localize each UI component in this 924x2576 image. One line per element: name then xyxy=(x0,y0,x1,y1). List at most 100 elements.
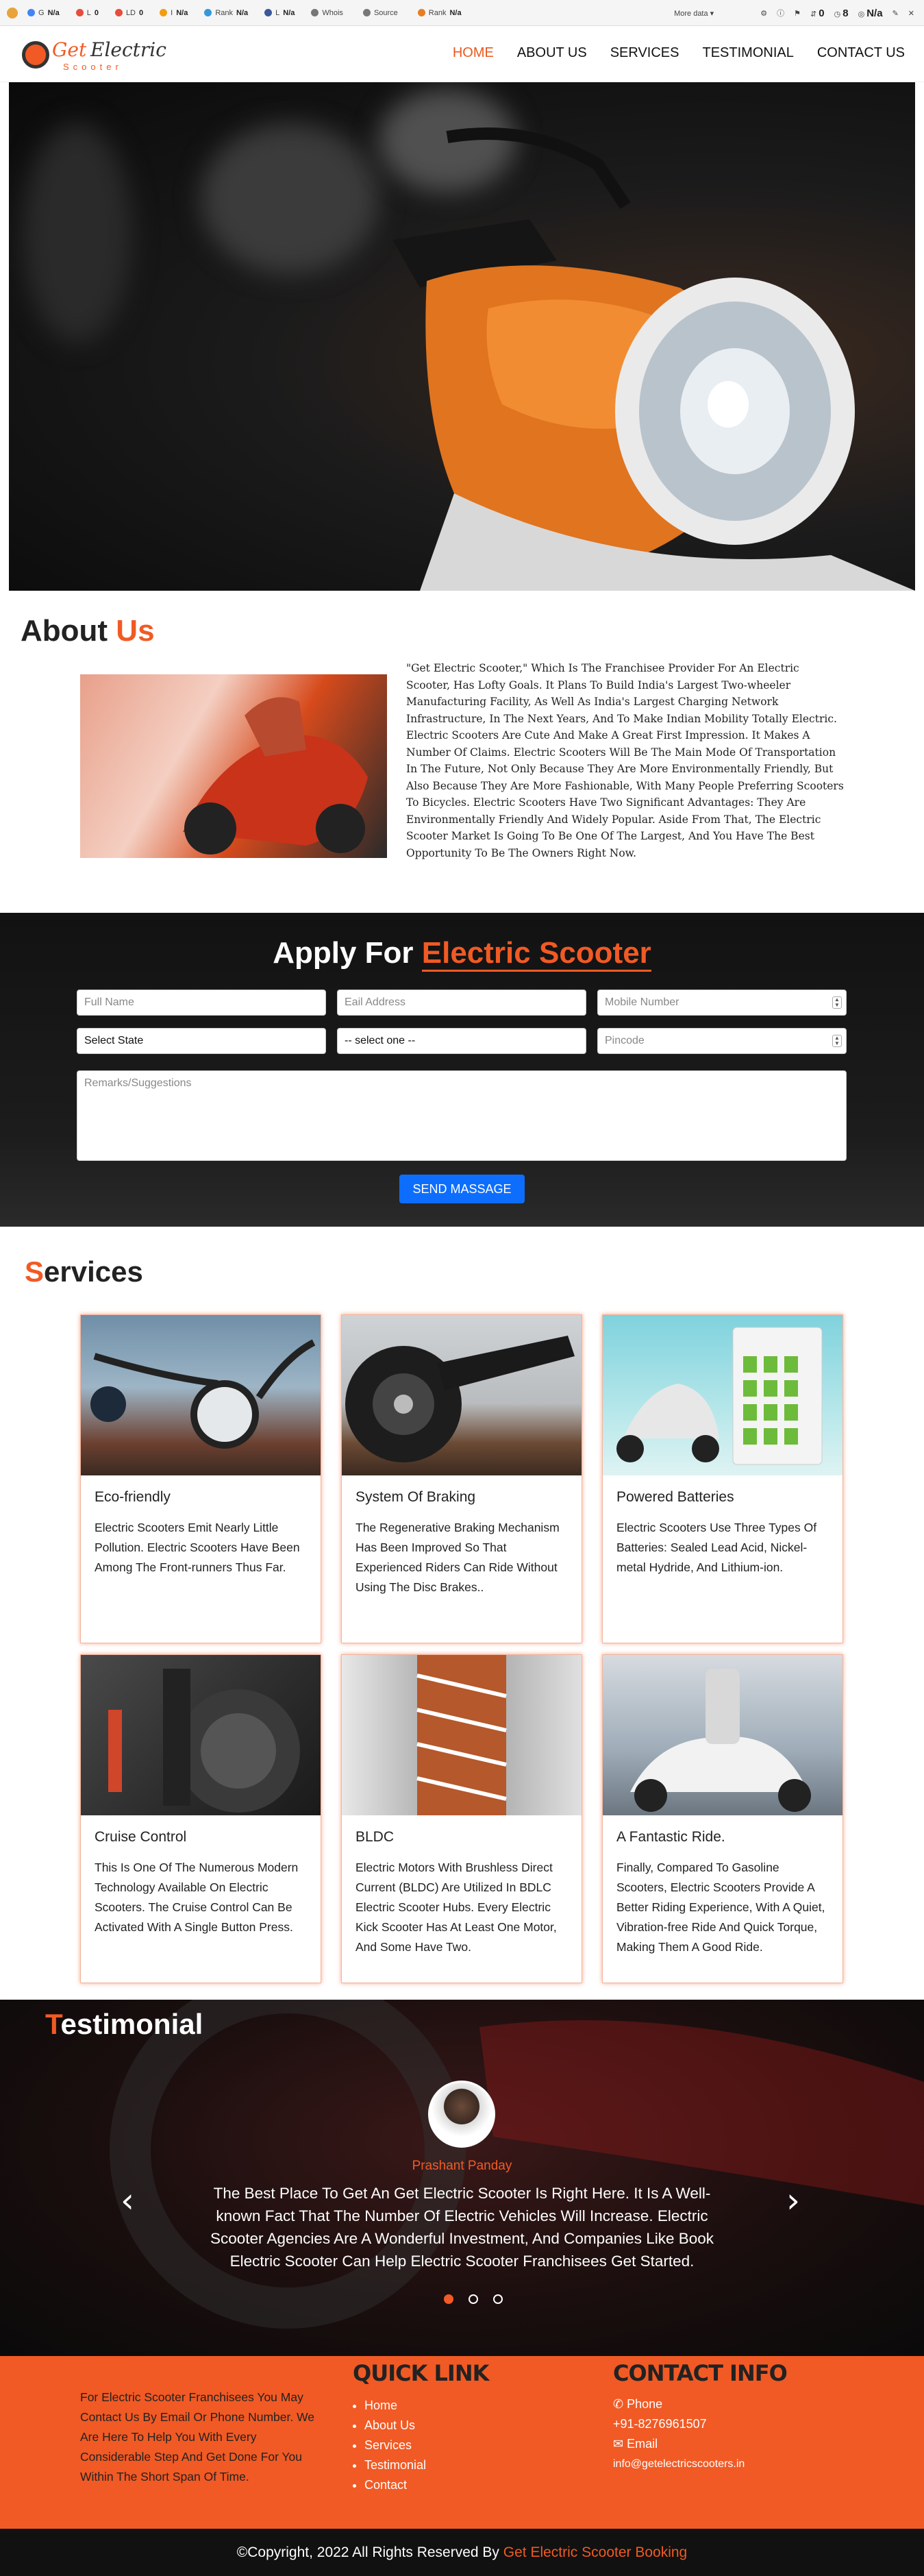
footer-link-services: Services xyxy=(364,2436,426,2455)
state-select[interactable]: Select State xyxy=(77,1028,326,1054)
site-logo[interactable]: Get Electric Scooter xyxy=(22,38,166,73)
alexa-rank-icon xyxy=(417,9,425,16)
nav-about-us[interactable]: ABOUT US xyxy=(517,45,587,61)
carousel-dot-1[interactable] xyxy=(444,2294,453,2304)
seo-item-rank[interactable]: Rank N/a xyxy=(204,9,248,17)
service-title: A Fantastic Ride. xyxy=(616,1829,725,1845)
phone-icon: ✆ xyxy=(613,2397,624,2411)
service-card-powered-batteries[interactable]: Powered Batteries Electric Scooters Use … xyxy=(602,1314,843,1643)
whois-icon xyxy=(311,9,319,16)
footer-link-home-anchor[interactable]: Home xyxy=(364,2399,397,2412)
index-icon xyxy=(160,9,168,16)
facebook-icon xyxy=(264,9,273,16)
carousel-dot-2[interactable] xyxy=(469,2294,478,2304)
seo-item-whois[interactable]: Whois xyxy=(311,9,347,17)
testimonial-background-image xyxy=(110,2000,924,2329)
footer-link-contact-anchor[interactable]: Contact xyxy=(364,2478,407,2492)
linking-domains-icon xyxy=(114,9,123,16)
scooter-illustration xyxy=(392,127,915,591)
seo-item-alexa-rank[interactable]: Rank N/a xyxy=(417,9,462,17)
number-spinner-icon: ▲ ▼ xyxy=(832,996,842,1009)
seo-item-links[interactable]: L0 xyxy=(75,9,99,17)
main-nav: HOME ABOUT US SERVICES TESTIMONIAL CONTA… xyxy=(453,45,905,61)
footer-link-services-anchor[interactable]: Services xyxy=(364,2438,412,2452)
hero-banner-image xyxy=(9,82,915,591)
seo-item-source[interactable]: Source xyxy=(362,9,401,17)
flag-icon[interactable]: ⚑ xyxy=(794,9,801,18)
contact-info: ✆ Phone +91-8276961507 ✉ Email info@gete… xyxy=(613,2394,745,2474)
service-description: Electric Motors With Brushless Direct Cu… xyxy=(355,1861,557,1954)
count-0: ⇵ 0 xyxy=(810,7,825,19)
service-card-bldc[interactable]: BLDC Electric Motors With Brushless Dire… xyxy=(341,1654,582,1983)
nav-home[interactable]: HOME xyxy=(453,45,494,61)
quick-link-list: Home About Us Services Testimonial Conta… xyxy=(364,2396,426,2495)
service-title: System Of Braking xyxy=(355,1489,476,1505)
braking-system-image xyxy=(342,1315,582,1475)
pin-icon[interactable]: ✎ xyxy=(892,9,899,18)
email-input[interactable]: Eail Address xyxy=(337,990,586,1016)
email-address[interactable]: info@getelectricscooters.in xyxy=(613,2454,745,2474)
testimonial-title: Testimonial xyxy=(45,2008,203,2040)
extension-logo-icon[interactable] xyxy=(7,7,18,19)
service-description: This Is One Of The Numerous Modern Techn… xyxy=(95,1861,299,1934)
source-icon xyxy=(362,9,371,16)
email-label-row: ✉ Email xyxy=(613,2437,658,2451)
pincode-input[interactable]: Pincode ▲ ▼ xyxy=(597,1028,847,1054)
more-data-button[interactable]: More data ▾ xyxy=(674,9,714,18)
about-title: About Us xyxy=(21,614,155,648)
about-description: "Get Electric Scooter," Which Is The Fra… xyxy=(406,662,844,859)
count-1: ◷ 8 xyxy=(834,7,849,19)
nav-contact-us[interactable]: CONTACT US xyxy=(817,45,905,61)
contact-info-title: CONTACT INFO xyxy=(613,2360,788,2386)
full-name-input[interactable]: Full Name xyxy=(77,990,326,1016)
carousel-prev-icon[interactable]: ‹ xyxy=(121,2181,134,2220)
service-card-system-of-braking[interactable]: System Of Braking The Regenerative Braki… xyxy=(341,1314,582,1643)
service-card-fantastic-ride[interactable]: A Fantastic Ride. Finally, Compared To G… xyxy=(602,1654,843,1983)
apply-title: Apply For Electric Scooter xyxy=(0,936,924,972)
service-description: Finally, Compared To Gasoline Scooters, … xyxy=(616,1861,825,1954)
battery-station-image xyxy=(603,1315,842,1475)
testimonial-name: Prashant Panday xyxy=(412,2159,512,2173)
service-title: Eco-friendly xyxy=(95,1489,171,1505)
eco-friendly-image xyxy=(81,1315,321,1475)
seo-item-google[interactable]: G N/a xyxy=(27,9,60,17)
cruise-control-image xyxy=(81,1655,321,1815)
footer-link-about-us-anchor[interactable]: About Us xyxy=(364,2418,415,2432)
service-description: Electric Scooters Use Three Types Of Bat… xyxy=(616,1521,817,1574)
number-spinner-icon: ▲ ▼ xyxy=(832,1035,842,1047)
links-icon xyxy=(75,9,84,16)
logo-scooter: Scooter xyxy=(63,62,123,72)
apply-section: Apply For Electric Scooter Full Name Eai… xyxy=(0,913,924,1227)
settings-icon[interactable]: ⚙ xyxy=(760,9,767,18)
mobile-number-input[interactable]: Mobile Number ▲ ▼ xyxy=(597,990,847,1016)
service-title: Powered Batteries xyxy=(616,1489,734,1505)
service-card-eco-friendly[interactable]: Eco-friendly Electric Scooters Emit Near… xyxy=(80,1314,321,1643)
footer-link-testimonial-anchor[interactable]: Testimonial xyxy=(364,2458,426,2472)
close-icon[interactable]: ✕ xyxy=(908,9,914,18)
remarks-textarea[interactable]: Remarks/Suggestions xyxy=(77,1070,847,1161)
info-icon[interactable]: ⓘ xyxy=(777,8,784,19)
carousel-dot-3[interactable] xyxy=(493,2294,503,2304)
seo-item-linking-domains[interactable]: LD 0 xyxy=(114,9,143,17)
footer-link-home: Home xyxy=(364,2396,426,2416)
seo-item-facebook[interactable]: L N/a xyxy=(264,9,295,17)
footer-link-contact: Contact xyxy=(364,2475,426,2495)
site-navbar: Get Electric Scooter HOME ABOUT US SERVI… xyxy=(0,26,924,82)
footer-link-about-us: About Us xyxy=(364,2416,426,2436)
service-title: Cruise Control xyxy=(95,1829,187,1845)
seo-toolbar-right: More data ▾ ⚙ ⓘ ⚑ ⇵ 0 ◷ 8 ◎ N/a ✎ ✕ xyxy=(674,0,914,26)
copyright-brand-link[interactable]: Get Electric Scooter Booking xyxy=(503,2544,687,2560)
carousel-next-icon[interactable]: › xyxy=(786,2181,800,2220)
site-footer: For Electric Scooter Franchisees You May… xyxy=(0,2356,924,2529)
logo-wheel-icon xyxy=(22,41,49,69)
nav-testimonial[interactable]: TESTIMONIAL xyxy=(702,45,793,61)
service-card-cruise-control[interactable]: Cruise Control This Is One Of The Numero… xyxy=(80,1654,321,1983)
logo-get: Get xyxy=(52,38,87,61)
footer-about-text: For Electric Scooter Franchisees You May… xyxy=(80,2390,315,2483)
phone-number[interactable]: +91-8276961507 xyxy=(613,2414,745,2434)
seo-item-index[interactable]: I N/a xyxy=(160,9,188,17)
copyright-bar: ©Copyright, 2022 All Rights Reserved By … xyxy=(0,2529,924,2576)
city-select[interactable]: -- select one -- xyxy=(337,1028,586,1054)
nav-services[interactable]: SERVICES xyxy=(610,45,679,61)
send-message-button[interactable]: SEND MASSAGE xyxy=(399,1175,525,1203)
